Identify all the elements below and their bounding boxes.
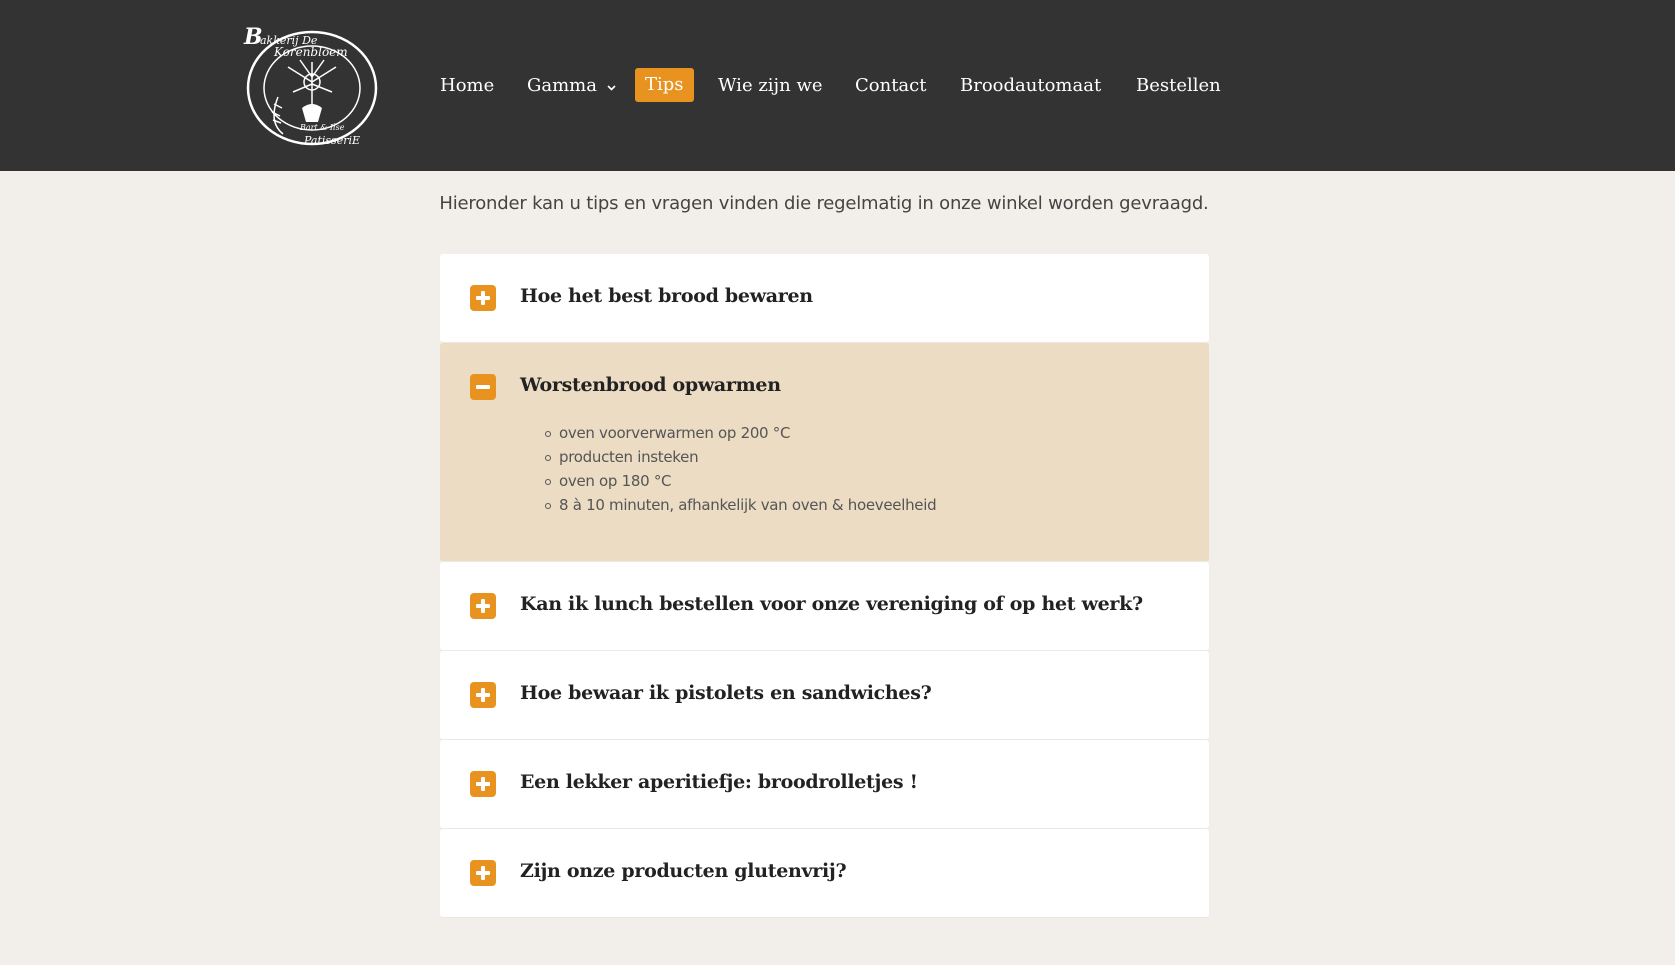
- accordion-header[interactable]: Hoe het best brood bewaren: [440, 254, 1209, 342]
- nav-gamma-label: Gamma: [527, 75, 597, 96]
- nav-broodautomaat[interactable]: Broodautomaat: [960, 69, 1101, 103]
- accordion-item: Een lekker aperitiefje: broodrolletjes !: [440, 740, 1209, 829]
- accordion-title: Een lekker aperitiefje: broodrolletjes !: [520, 771, 918, 793]
- nav-gamma[interactable]: Gamma: [527, 69, 616, 103]
- nav-tips[interactable]: Tips: [635, 68, 694, 102]
- plus-square-icon[interactable]: [470, 285, 496, 311]
- list-item: 8 à 10 minuten, afhankelijk van oven & h…: [545, 493, 1209, 517]
- accordion-header[interactable]: Een lekker aperitiefje: broodrolletjes !: [440, 740, 1209, 828]
- accordion-item: Zijn onze producten glutenvrij?: [440, 829, 1209, 918]
- accordion-item-open: Worstenbrood opwarmen oven voorverwarmen…: [440, 343, 1209, 562]
- list-item: oven op 180 °C: [545, 469, 1209, 493]
- nav-broodautomaat-label: Broodautomaat: [960, 75, 1102, 96]
- accordion-title: Zijn onze producten glutenvrij?: [520, 860, 847, 882]
- nav-tips-label: Tips: [645, 74, 684, 95]
- nav-bestellen-label: Bestellen: [1136, 75, 1221, 96]
- accordion-header[interactable]: Zijn onze producten glutenvrij?: [440, 829, 1209, 917]
- accordion-item: Hoe het best brood bewaren: [440, 254, 1209, 343]
- tip-list: oven voorverwarmen op 200 °C producten i…: [440, 421, 1209, 517]
- nav-wie-zijn-we-label: Wie zijn we: [718, 75, 823, 96]
- intro-text: Hieronder kan u tips en vragen vinden di…: [439, 193, 1209, 214]
- site-header: B akkerij De Korenbloem Bart & Ilse Pati…: [0, 0, 1675, 171]
- accordion-content: oven voorverwarmen op 200 °C producten i…: [440, 421, 1209, 561]
- accordion-header[interactable]: Worstenbrood opwarmen: [440, 343, 1209, 431]
- nav-bestellen[interactable]: Bestellen: [1136, 69, 1221, 103]
- accordion-item: Kan ik lunch bestellen voor onze verenig…: [440, 562, 1209, 651]
- accordion-title: Hoe het best brood bewaren: [520, 285, 813, 307]
- nav-home[interactable]: Home: [440, 69, 494, 103]
- plus-square-icon[interactable]: [470, 860, 496, 886]
- accordion-title: Hoe bewaar ik pistolets en sandwiches?: [520, 682, 932, 704]
- nav-contact-label: Contact: [855, 75, 927, 96]
- accordion-item: Hoe bewaar ik pistolets en sandwiches?: [440, 651, 1209, 740]
- chevron-down-icon: [607, 69, 616, 103]
- plus-square-icon[interactable]: [470, 682, 496, 708]
- list-item: oven voorverwarmen op 200 °C: [545, 421, 1209, 445]
- accordion-header[interactable]: Kan ik lunch bestellen voor onze verenig…: [440, 562, 1209, 650]
- list-item: producten insteken: [545, 445, 1209, 469]
- accordion-header[interactable]: Hoe bewaar ik pistolets en sandwiches?: [440, 651, 1209, 739]
- nav-contact[interactable]: Contact: [855, 69, 926, 103]
- faq-accordion: Hoe het best brood bewaren Worstenbrood …: [440, 254, 1209, 918]
- accordion-title: Kan ik lunch bestellen voor onze verenig…: [520, 593, 1143, 615]
- plus-square-icon[interactable]: [470, 593, 496, 619]
- minus-square-icon[interactable]: [470, 374, 496, 400]
- nav-home-label: Home: [440, 75, 495, 96]
- accordion-title: Worstenbrood opwarmen: [520, 374, 781, 396]
- plus-square-icon[interactable]: [470, 771, 496, 797]
- nav-wie-zijn-we[interactable]: Wie zijn we: [718, 69, 823, 103]
- main-navigation: Home Gamma Tips Wie zijn we Contact Broo…: [0, 0, 1675, 171]
